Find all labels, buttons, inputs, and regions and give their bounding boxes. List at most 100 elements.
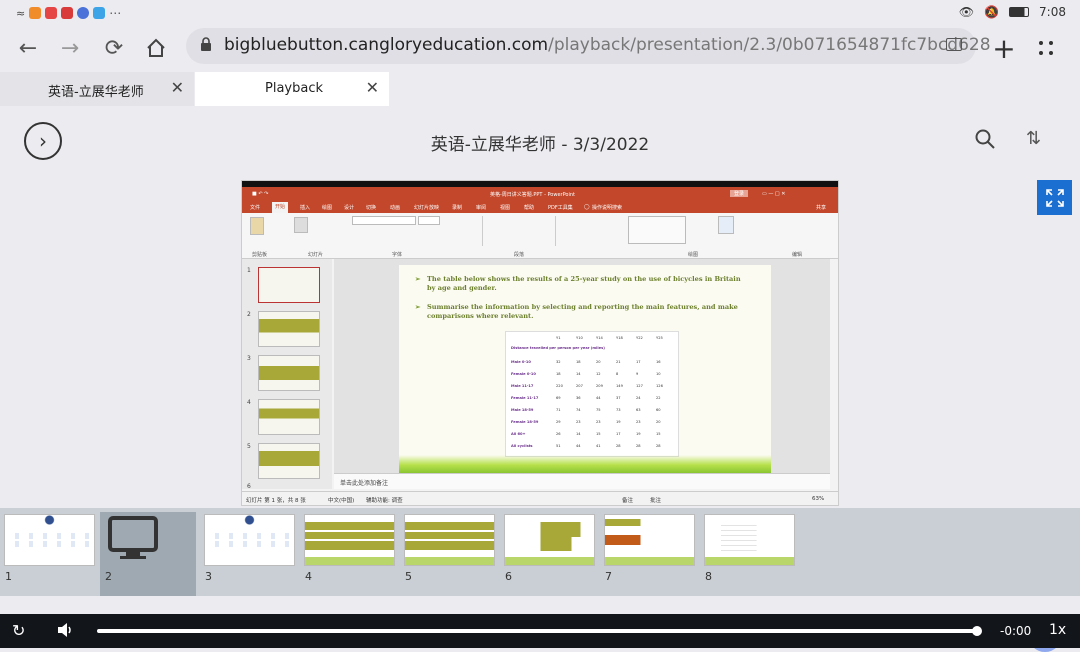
pp-table-cell: 71 — [556, 408, 561, 412]
slide-thumbnail[interactable]: 3 — [200, 512, 296, 596]
mute-icon: 🔕 — [984, 5, 1000, 19]
thumbnail-image — [404, 514, 495, 566]
pp-notes-pane: 单击此处添加备注 — [334, 473, 830, 489]
pp-thumb — [258, 399, 320, 435]
pp-edit-area: The table below shows the results of a 2… — [334, 259, 830, 475]
thumbnail-number: 5 — [405, 570, 412, 583]
pp-table-cell: 209 — [596, 384, 603, 388]
pp-table-cell: 26 — [556, 432, 561, 436]
pp-lightbulb-icon: ◯ — [584, 204, 590, 210]
pp-table-cell: 12 — [596, 372, 601, 376]
tab-strip: 英语-立展华老师 ✕ Playback ✕ — [0, 72, 1080, 106]
more-notifications-icon: ⋯ — [109, 6, 122, 20]
pp-table-row-label: Female 0-10 — [511, 372, 536, 376]
menu-dots-icon[interactable] — [1030, 32, 1062, 64]
pp-table-cell: 16 — [656, 360, 661, 364]
progress-bar[interactable] — [97, 629, 977, 633]
new-tab-plus-icon[interactable]: + — [988, 32, 1020, 65]
pp-save-icon: ■ ↶ ↷ — [252, 191, 269, 197]
pp-table-cell: 22 — [656, 396, 661, 400]
search-icon[interactable] — [974, 128, 998, 152]
pp-table-col-header: Y25 — [656, 336, 663, 340]
pp-table-cell: 44 — [596, 396, 601, 400]
pp-table-cell: 18 — [576, 360, 581, 364]
pp-table-cell: 37 — [616, 396, 621, 400]
time-remaining: -0:00 — [1000, 624, 1032, 638]
tab-playback[interactable]: Playback ✕ — [195, 72, 389, 106]
app-icon-red-2 — [61, 7, 74, 19]
slide-thumbnail[interactable]: 4 — [300, 512, 396, 596]
thumbnail-number: 7 — [605, 570, 612, 583]
pp-table-cell: 9 — [636, 372, 639, 376]
pp-table-cell: 23 — [636, 420, 641, 424]
swap-layout-icon[interactable]: ⇅ — [1026, 128, 1050, 152]
app-icon-lightblue — [93, 7, 106, 19]
pp-table-row-label: Female 11-17 — [511, 396, 539, 400]
pp-table-cell: 28 — [656, 444, 661, 448]
pp-table-cell: 17 — [616, 432, 621, 436]
pp-table-cell: 73 — [616, 408, 621, 412]
eye-icon: 👁 — [958, 5, 975, 19]
lock-icon — [200, 37, 212, 56]
pp-table-row-label: All cyclists — [511, 444, 533, 448]
replay-icon[interactable]: ↻ — [12, 621, 25, 640]
pp-slide-thumbnails: 1 2 3 4 5 6 — [242, 259, 332, 490]
thumbnail-number: 1 — [5, 570, 12, 583]
thumbnail-image — [204, 514, 295, 566]
slide-thumbnail[interactable]: 2 — [100, 512, 196, 596]
close-tab-icon[interactable]: ✕ — [366, 78, 379, 97]
pp-table-cell: 19 — [616, 420, 621, 424]
home-icon[interactable] — [140, 32, 172, 64]
pp-data-table: Y1 Y10 Y14 Y18 Y22 Y25 Distance travelled per… — [505, 331, 679, 457]
clock: 7:08 — [1039, 5, 1066, 19]
slide-thumbnail[interactable]: 1 — [0, 512, 96, 596]
thumbnail-image — [4, 514, 95, 566]
thumbnail-image — [704, 514, 795, 566]
thumbnail-number: 4 — [305, 570, 312, 583]
close-tab-icon[interactable]: ✕ — [171, 78, 184, 97]
pp-table-cell: 207 — [576, 384, 583, 388]
thumbnail-number: 8 — [705, 570, 712, 583]
volume-icon[interactable] — [56, 621, 74, 643]
pp-table-row-label: Male 0-10 — [511, 360, 531, 364]
pp-table-cell: 75 — [596, 408, 601, 412]
pp-quick-styles — [718, 216, 734, 234]
pp-table-cell: 18 — [556, 372, 561, 376]
slide-thumbnail[interactable]: 7 — [600, 512, 696, 596]
slide-thumbnail[interactable]: 6 — [500, 512, 596, 596]
tab-switcher-icon[interactable] — [946, 38, 962, 51]
address-bar[interactable]: bigbluebutton.cangloryeducation.com/play… — [186, 28, 991, 64]
pp-table-cell: 10 — [656, 372, 661, 376]
pp-table-cell: 127 — [636, 384, 643, 388]
fullscreen-icon[interactable] — [1037, 180, 1072, 215]
pp-table-cell: 24 — [636, 396, 641, 400]
pp-table-cell: 149 — [616, 384, 623, 388]
tab-english-class[interactable]: 英语-立展华老师 ✕ — [0, 72, 194, 106]
reload-icon[interactable]: ⟳ — [98, 32, 130, 64]
forward-arrow-icon[interactable]: → — [54, 32, 86, 64]
pp-table-cell: 28 — [636, 444, 641, 448]
screen-share-icon — [108, 516, 158, 559]
pp-thumb — [258, 443, 320, 479]
pp-window-controls: ▭ — □ ✕ — [762, 191, 786, 197]
pp-size-box — [418, 216, 440, 225]
android-status-bar: ≈ ⋯ 👁 🔕 7:08 — [0, 0, 1080, 26]
pp-table-cell: 36 — [576, 396, 581, 400]
progress-handle[interactable] — [972, 626, 982, 636]
pp-table-cell: 126 — [656, 384, 663, 388]
slide-thumbnail[interactable]: 5 — [400, 512, 496, 596]
pp-slide-canvas: The table below shows the results of a 2… — [399, 265, 771, 475]
back-arrow-icon[interactable]: ← — [12, 32, 44, 64]
playback-speed-button[interactable]: 1x — [1049, 622, 1066, 638]
pp-table-cell: 23 — [576, 420, 581, 424]
slide-thumbnail[interactable]: 8 — [700, 512, 796, 596]
playback-page: › 英语-立展华老师 - 3/3/2022 ⇅ ■ ↶ ↷ 英格-周日讲义答题.… — [0, 106, 1080, 652]
browser-toolbar: ← → ⟳ bigbluebutton.cangloryeducation.co… — [0, 26, 1080, 72]
pp-table-col-header: Y18 — [616, 336, 623, 340]
pp-table-cell: 19 — [636, 432, 641, 436]
playback-controls: ↻ -0:00 1x — [0, 614, 1080, 648]
pp-table-col-header: Y14 — [596, 336, 603, 340]
pp-table-cell: 60 — [656, 408, 661, 412]
pp-table-cell: 32 — [556, 360, 561, 364]
url-text: bigbluebutton.cangloryeducation.com/play… — [224, 35, 991, 55]
